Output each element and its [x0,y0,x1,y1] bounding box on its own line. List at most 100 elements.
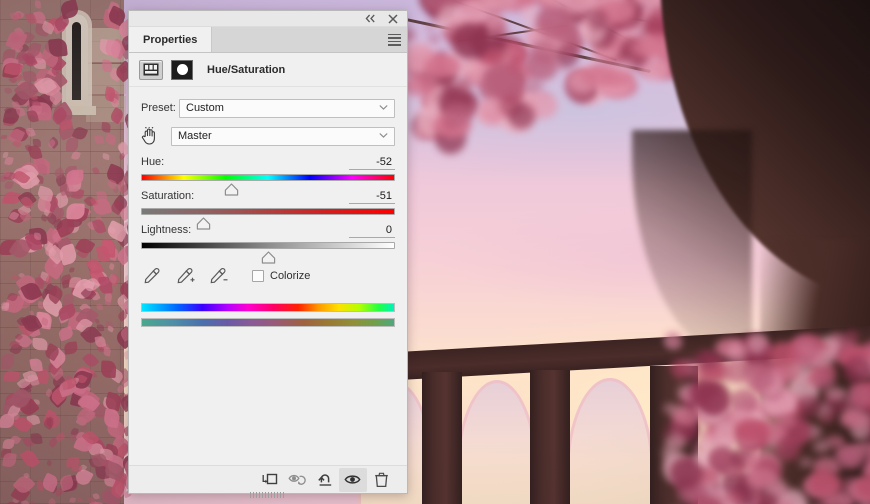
ivy-foliage [0,0,148,504]
collapse-to-icons-button[interactable] [364,13,377,25]
blossom-cluster [847,331,861,343]
panel-body: Preset: Custom Master Hue: -52 Saturatio… [129,87,407,465]
panel-menu-button[interactable] [381,27,407,52]
colorize-checkbox[interactable] [252,270,264,282]
saturation-slider-block: Saturation: -51 [141,190,395,230]
ivy-leaf [71,150,81,161]
trash-icon [374,472,388,487]
blossom-cluster [820,410,836,424]
ivy-leaf [92,217,107,235]
ivy-leaf [1,196,12,205]
hue-slider-track[interactable] [141,174,395,196]
panel-window-bar [129,11,407,27]
adjustment-properties-icon[interactable] [139,59,163,80]
resize-grip-icon[interactable] [250,492,286,498]
blossom-cluster [469,71,484,83]
ivy-leaf [69,497,76,504]
blossom-cluster [694,451,707,464]
clip-to-layer-button[interactable] [255,468,283,492]
delete-adjustment-button[interactable] [367,468,395,492]
adjustment-header: Hue/Saturation [129,53,407,87]
blossom-cluster [701,367,722,382]
ivy-leaf [58,0,80,20]
blossom-cluster [506,61,522,73]
blossom-cluster [720,491,744,504]
colorize-label: Colorize [270,270,311,282]
ivy-leaf [100,360,117,378]
hue-slider-block: Hue: -52 [141,156,395,196]
color-range-bars [141,303,395,327]
saturation-value-input[interactable]: -51 [349,190,395,204]
close-panel-button[interactable] [386,13,399,25]
ivy-leaf [106,325,115,333]
eyedropper-subtract-icon[interactable] [209,267,229,285]
lightness-value-input[interactable]: 0 [349,224,395,238]
ivy-leaf [19,447,40,470]
blossom-cluster [768,342,801,366]
blossom-cluster [524,50,558,81]
blossom-cluster [508,102,536,130]
hue-value-input[interactable]: -52 [349,156,395,170]
tab-properties[interactable]: Properties [129,27,213,52]
blossom-cluster [841,445,866,468]
ivy-leaf [47,497,57,504]
blossom-cluster [844,355,870,384]
ivy-leaf [29,309,35,316]
view-previous-state-button[interactable] [283,468,311,492]
blossom-cluster [580,65,614,88]
blossom-cluster [433,14,447,29]
ivy-leaf [103,298,112,306]
reset-button[interactable] [311,468,339,492]
channel-select[interactable]: Master [171,126,395,146]
ivy-leaf [104,132,118,146]
blossom-cluster [553,22,577,44]
blossom-cluster [745,468,779,489]
saturation-slider-thumb[interactable] [196,217,211,230]
properties-panel: Properties Hue/Saturation Preset: Custom… [128,10,408,498]
screenshot-root: Properties Hue/Saturation Preset: Custom… [0,0,870,504]
adjustment-title: Hue/Saturation [207,63,286,76]
channel-row: Master [141,125,395,147]
ivy-leaf [68,266,75,274]
ivy-leaf [91,166,100,176]
preset-row: Preset: Custom [141,97,395,119]
blossom-cluster [812,467,832,482]
saturation-slider-track[interactable] [141,208,395,230]
lightness-slider-track[interactable] [141,242,395,264]
ivy-leaf [91,371,98,379]
ivy-leaf [102,346,112,357]
on-image-adjustment-hand-icon[interactable] [141,126,171,146]
blossom-cluster [830,332,842,339]
eyedropper-icon[interactable] [143,267,163,285]
blossom-cluster [840,409,870,429]
ivy-leaf [0,353,14,369]
ivy-leaf [16,106,27,118]
chevron-down-icon [379,132,388,141]
blossom-cluster [744,363,774,392]
source-color-range-bar[interactable] [141,303,395,312]
blossom-cluster [673,408,701,426]
panel-menu-hamburger-icon [387,33,401,46]
saturation-slider-head: Saturation: -51 [141,190,395,204]
blossom-cluster [799,457,814,469]
ivy-leaf [96,304,104,311]
preset-select-value: Custom [186,102,224,114]
preset-select[interactable]: Custom [179,98,395,118]
eyedropper-add-icon[interactable] [176,267,196,285]
blossom-cluster [812,440,831,454]
viaduct-pier [422,372,462,504]
eye-icon [344,475,361,484]
blossom-cluster [424,54,462,78]
ivy-leaf [46,459,54,467]
colorize-toggle[interactable]: Colorize [252,270,310,282]
layer-mask-thumbnail-icon[interactable] [171,59,193,80]
view-previous-state-icon [287,474,306,485]
toggle-visibility-button[interactable] [339,467,367,492]
hue-slider-thumb[interactable] [224,183,239,196]
ivy-leaf [96,191,108,202]
blossom-cluster [424,22,435,32]
ivy-leaf [1,134,8,140]
preset-label: Preset: [141,102,176,114]
adjusted-color-range-bar[interactable] [141,318,395,327]
lightness-slider-thumb[interactable] [261,251,276,264]
